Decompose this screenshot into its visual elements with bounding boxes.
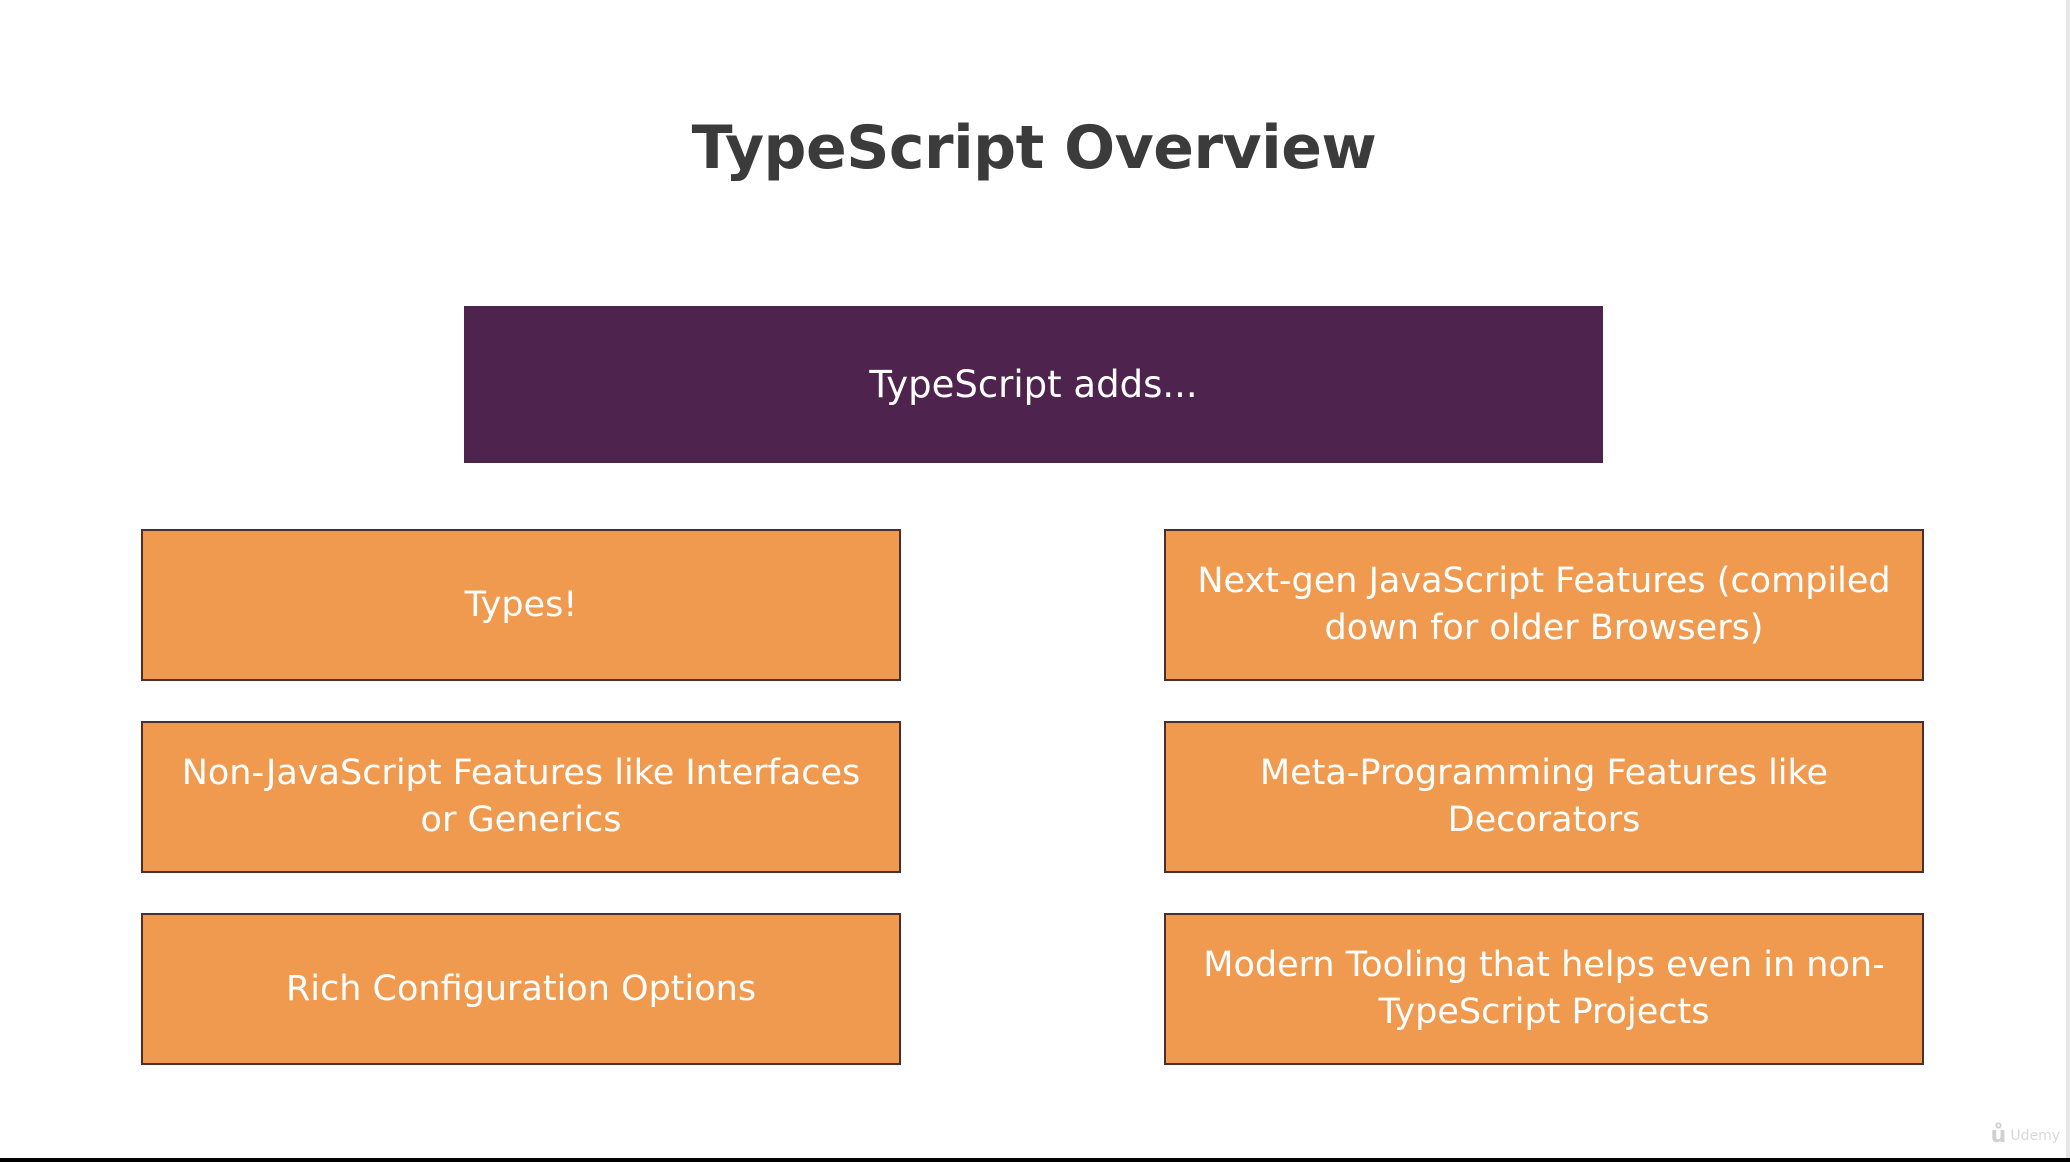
frame-edge	[2066, 0, 2070, 1158]
feature-card-meta-programming: Meta-Programming Features like Decorator…	[1164, 721, 1924, 873]
feature-card-types: Types!	[141, 529, 901, 681]
feature-label: Next-gen JavaScript Features (compiled d…	[1197, 561, 1891, 648]
feature-card-non-javascript-features: Non-JavaScript Features like Interfaces …	[141, 721, 901, 873]
feature-label: Meta-Programming Features like Decorator…	[1259, 753, 1829, 840]
udemy-logo-icon: ů	[1990, 1123, 2007, 1148]
watermark-text: Udemy	[2010, 1127, 2060, 1144]
header-box: TypeScript adds...	[464, 306, 1603, 463]
feature-label: Types!	[464, 584, 578, 625]
header-label: TypeScript adds...	[869, 363, 1198, 406]
feature-card-next-gen-javascript: Next-gen JavaScript Features (compiled d…	[1164, 529, 1924, 681]
feature-card-modern-tooling: Modern Tooling that helps even in non-Ty…	[1164, 913, 1924, 1065]
feature-label: Non-JavaScript Features like Interfaces …	[181, 753, 861, 840]
slide-title: TypeScript Overview	[691, 113, 1377, 183]
feature-label: Modern Tooling that helps even in non-Ty…	[1203, 945, 1885, 1032]
feature-card-rich-configuration: Rich Configuration Options	[141, 913, 901, 1065]
feature-label: Rich Configuration Options	[285, 968, 757, 1009]
udemy-watermark: ů Udemy	[1991, 1123, 2060, 1148]
slide: TypeScript Overview TypeScript adds... T…	[0, 0, 2068, 1158]
